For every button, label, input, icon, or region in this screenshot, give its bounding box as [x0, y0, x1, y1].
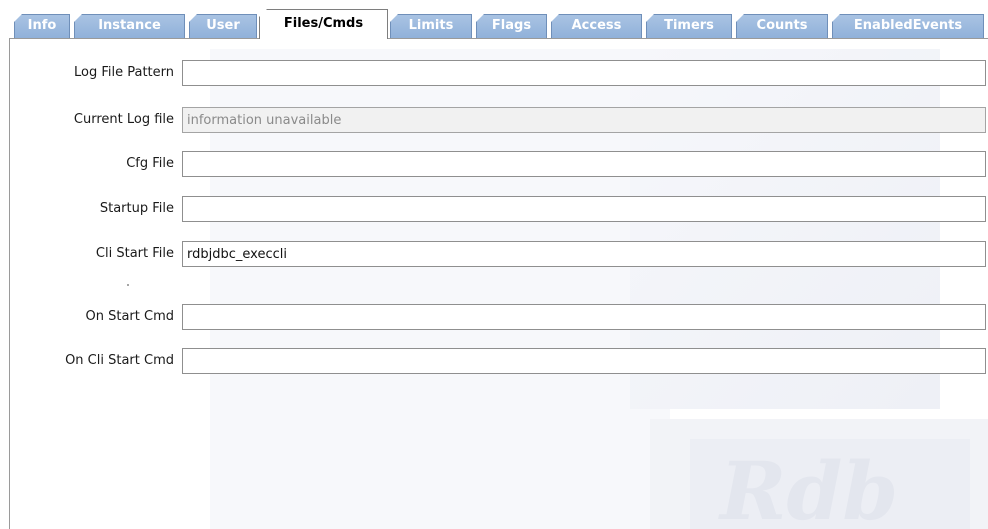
tab-flags[interactable]: Flags [476, 14, 547, 39]
svg-text:Rdb: Rdb [718, 444, 898, 529]
on-cli-start-cmd-label: On Cli Start Cmd [65, 353, 174, 368]
cli-start-file-row: Cli Start File [10, 240, 988, 268]
startup-file-row: Startup File [10, 195, 988, 223]
tab-bar: Info Instance User Files/Cmds Limits Fla… [14, 9, 984, 39]
cli-start-file-label: Cli Start File [95, 246, 174, 261]
tab-counts[interactable]: Counts [736, 14, 828, 39]
log-file-pattern-label: Log File Pattern [73, 65, 174, 80]
cfg-file-label: Cfg File [126, 156, 174, 171]
on-cli-start-cmd-input[interactable] [182, 348, 986, 374]
on-start-cmd-row: On Start Cmd [10, 303, 988, 331]
log-file-pattern-row: Log File Pattern [10, 59, 988, 87]
on-start-cmd-input[interactable] [182, 304, 986, 330]
current-log-file-input [182, 107, 986, 133]
tab-user[interactable]: User [189, 14, 257, 39]
current-log-file-row: Current Log file [10, 106, 988, 134]
tab-access[interactable]: Access [551, 14, 642, 39]
files-cmds-panel: Rdb Log File Pattern Current Log file Cf… [10, 39, 988, 529]
tab-files-cmds[interactable]: Files/Cmds [259, 9, 388, 39]
tab-enabledevents[interactable]: EnabledEvents [832, 14, 984, 39]
properties-window: Info Instance User Files/Cmds Limits Fla… [0, 0, 988, 529]
tab-info[interactable]: Info [14, 14, 70, 39]
on-cli-start-cmd-row: On Cli Start Cmd [10, 347, 988, 375]
current-log-file-label: Current Log file [73, 112, 174, 127]
startup-file-label: Startup File [99, 201, 174, 216]
startup-file-input[interactable] [182, 196, 986, 222]
cfg-file-row: Cfg File [10, 150, 988, 178]
cli-start-file-input[interactable] [182, 241, 986, 267]
cfg-file-input[interactable] [182, 151, 986, 177]
tab-instance[interactable]: Instance [74, 14, 185, 39]
on-start-cmd-label: On Start Cmd [85, 309, 175, 324]
divider-dot [127, 284, 129, 286]
tab-limits[interactable]: Limits [390, 14, 472, 39]
log-file-pattern-input[interactable] [182, 60, 986, 86]
tab-timers[interactable]: Timers [646, 14, 732, 39]
